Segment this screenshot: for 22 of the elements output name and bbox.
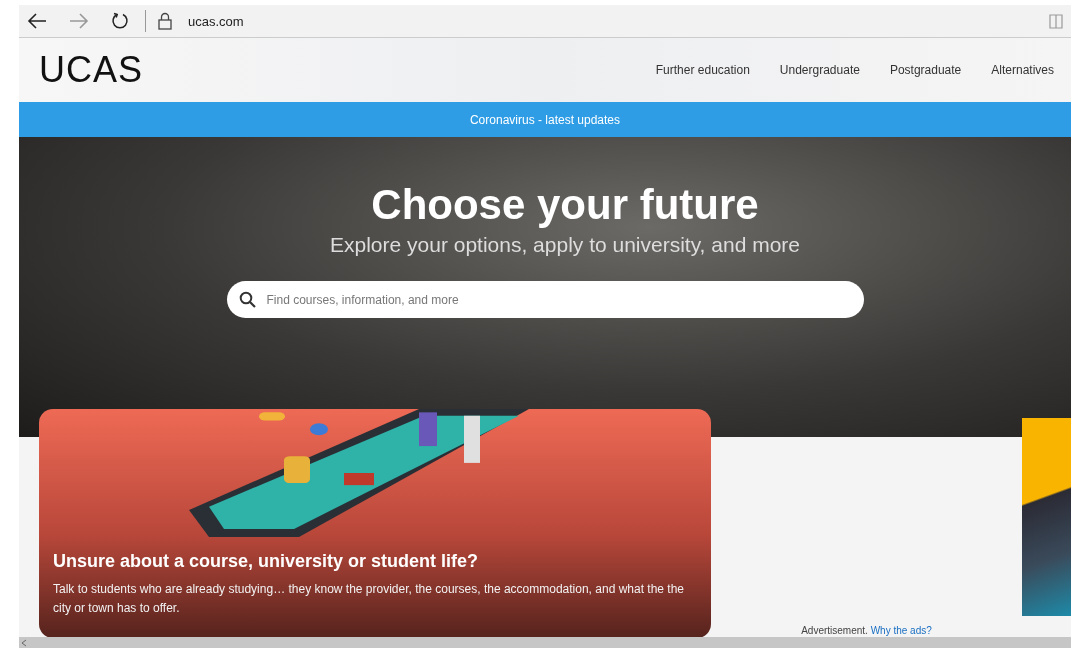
advertisement-image[interactable]	[1022, 418, 1071, 616]
promo-card[interactable]: Unsure about a course, university or student life? Talk to students who are already studying… they know the provider, the courses, the accommodation, and what the the city or town has to offer.	[39, 409, 711, 638]
back-arrow-icon[interactable]	[27, 13, 47, 29]
why-the-ads-link[interactable]: Why the ads?	[870, 625, 932, 636]
address-bar[interactable]: ucas.com	[188, 13, 244, 29]
advertisement-label: Advertisement. Why the ads?	[801, 625, 932, 636]
lock-icon	[158, 12, 172, 30]
refresh-icon[interactable]	[111, 12, 129, 30]
forward-arrow-icon[interactable]	[69, 13, 89, 29]
nav-link[interactable]: Postgraduate	[889, 63, 962, 77]
nav-link[interactable]: Further education	[655, 63, 750, 77]
card-description: Talk to students who are already studying… they know the provider, the courses, the accommodation, and what the the city or town has to offer.	[53, 581, 686, 617]
hero-title: Choose your future	[371, 181, 759, 229]
hero-subtitle: Explore your options, apply to university, and more	[330, 233, 800, 257]
nav-link[interactable]: Undergraduate	[779, 63, 860, 77]
card-title: Unsure about a course, university or student life?	[53, 551, 480, 572]
search-icon	[238, 291, 256, 308]
site-logo[interactable]: UCAS	[39, 49, 144, 91]
nav-link[interactable]: Alternatives	[991, 63, 1054, 77]
search-field[interactable]: Find courses, information, and more	[226, 281, 864, 318]
reading-view-icon[interactable]	[1049, 13, 1063, 29]
scroll-left-icon[interactable]	[21, 638, 27, 647]
